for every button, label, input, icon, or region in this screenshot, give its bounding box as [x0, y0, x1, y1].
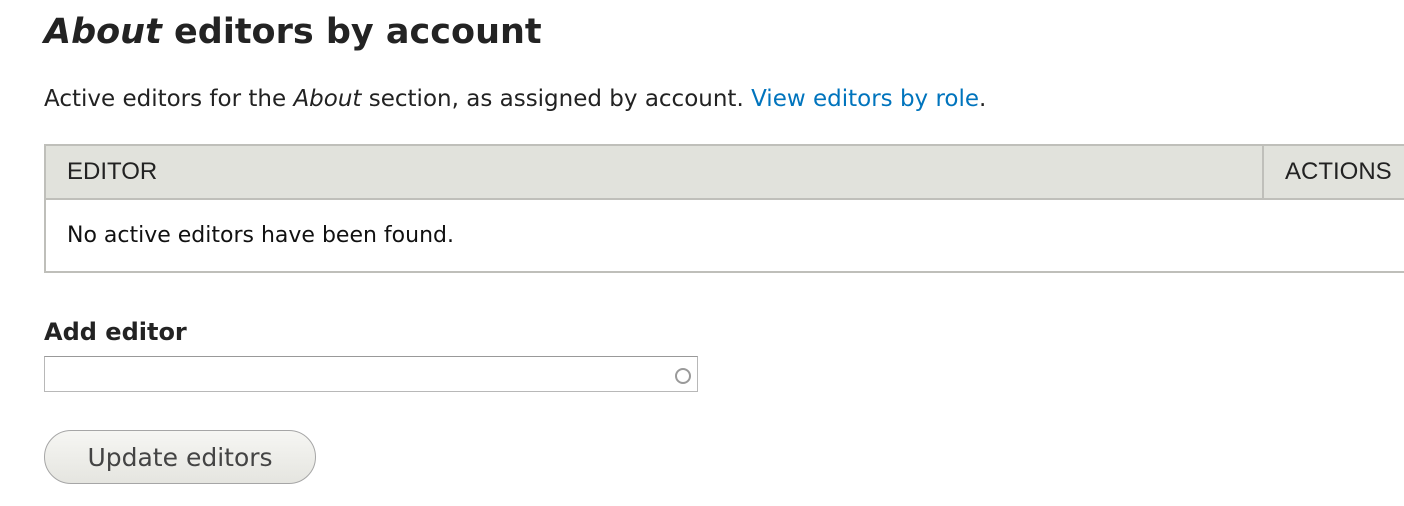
- intro-text: Active editors for the About section, as…: [44, 84, 986, 114]
- column-header-editor: EDITOR: [45, 145, 1263, 200]
- intro-suffix: section, as assigned by account.: [361, 86, 752, 112]
- view-editors-by-role-link[interactable]: View editors by role: [751, 86, 979, 112]
- column-header-actions: ACTIONS: [1262, 145, 1404, 200]
- add-editor-label: Add editor: [44, 318, 187, 346]
- table-header-row: EDITOR ACTIONS: [45, 145, 1404, 200]
- editors-table: EDITOR ACTIONS No active editors have be…: [44, 144, 1404, 273]
- intro-section-name: About: [293, 86, 362, 112]
- add-editor-field-wrapper: [44, 356, 698, 392]
- update-editors-button[interactable]: Update editors: [44, 430, 316, 484]
- table-row: No active editors have been found.: [45, 199, 1404, 272]
- autocomplete-throbber-icon: [675, 368, 691, 384]
- editors-page: About editors by account Active editors …: [0, 0, 1404, 506]
- page-title-section: About: [44, 12, 162, 52]
- empty-table-message: No active editors have been found.: [67, 223, 454, 248]
- intro-prefix: Active editors for the: [44, 86, 294, 112]
- page-title-text: editors by account: [161, 12, 542, 52]
- add-editor-input[interactable]: [44, 356, 698, 392]
- intro-end: .: [979, 86, 987, 112]
- page-title: About editors by account: [44, 10, 542, 54]
